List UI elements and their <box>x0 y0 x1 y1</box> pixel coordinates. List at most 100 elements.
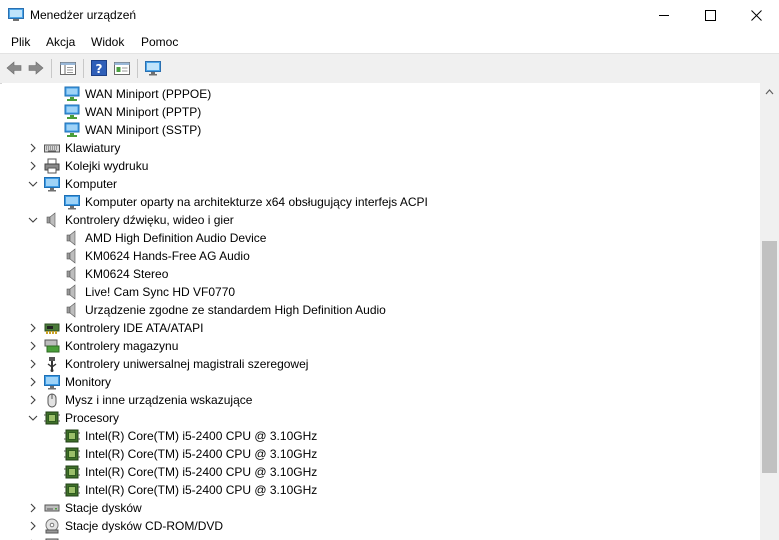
window-title: Menedżer urządzeń <box>30 8 137 22</box>
menu-file[interactable]: Plik <box>11 35 30 49</box>
chevron-right-icon[interactable] <box>28 502 38 514</box>
menu-view[interactable]: Widok <box>91 35 124 49</box>
network-adapter-icon <box>64 86 80 101</box>
tree-category[interactable]: Kontrolery IDE ATA/ATAPI <box>2 319 760 337</box>
tree-device[interactable]: Live! Cam Sync HD VF0770 <box>2 283 760 301</box>
tree-item-label: Monitory <box>65 375 112 389</box>
maximize-button[interactable] <box>687 0 733 31</box>
tree-item-label: Kolejki wydruku <box>65 159 149 173</box>
speaker-icon <box>66 302 76 318</box>
tree-item-label: Intel(R) Core(TM) i5-2400 CPU @ 3.10GHz <box>85 447 318 461</box>
tree-item-label: Komputer <box>65 177 118 191</box>
menu-help[interactable]: Pomoc <box>141 35 178 49</box>
tree-category[interactable]: Kontrolery dźwięku, wideo i gier <box>2 211 760 229</box>
tree-device[interactable]: AMD High Definition Audio Device <box>2 229 760 247</box>
processor-icon <box>64 483 80 497</box>
speaker-icon <box>66 248 76 264</box>
computer-icon <box>64 195 80 210</box>
tree-device[interactable]: Intel(R) Core(TM) i5-2400 CPU @ 3.10GHz <box>2 481 760 499</box>
tree-device[interactable]: Komputer oparty na architekturze x64 obs… <box>2 193 760 211</box>
tree-device[interactable]: WAN Miniport (PPTP) <box>2 103 760 121</box>
chevron-right-icon[interactable] <box>28 340 38 352</box>
chevron-right-icon[interactable] <box>28 142 38 154</box>
tree-item-label: Live! Cam Sync HD VF0770 <box>85 285 236 299</box>
tree-category[interactable]: Procesory <box>2 409 760 427</box>
tree-category[interactable]: Monitory <box>2 373 760 391</box>
device-tree[interactable]: WAN Miniport (PPPOE) WAN Miniport (PPTP) W… <box>2 83 760 540</box>
scan-hardware-changes-button[interactable] <box>144 59 162 77</box>
tree-device[interactable]: Intel(R) Core(TM) i5-2400 CPU @ 3.10GHz <box>2 427 760 445</box>
tree-item-label: Intel(R) Core(TM) i5-2400 CPU @ 3.10GHz <box>85 483 318 497</box>
tree-category[interactable] <box>2 535 760 540</box>
chevron-right-icon[interactable] <box>28 160 38 172</box>
forward-button[interactable] <box>27 59 45 77</box>
ide-controller-icon <box>44 323 60 334</box>
tree-item-label: Intel(R) Core(TM) i5-2400 CPU @ 3.10GHz <box>85 465 318 479</box>
chevron-right-icon[interactable] <box>28 376 38 388</box>
help-button[interactable]: ? <box>90 59 108 77</box>
tree-device[interactable]: KM0624 Stereo <box>2 265 760 283</box>
processor-icon <box>44 411 60 425</box>
tree-device[interactable]: Intel(R) Core(TM) i5-2400 CPU @ 3.10GHz <box>2 445 760 463</box>
tree-device[interactable]: Intel(R) Core(TM) i5-2400 CPU @ 3.10GHz <box>2 463 760 481</box>
close-button[interactable] <box>733 0 779 31</box>
scroll-up-arrow-icon[interactable] <box>760 83 779 101</box>
tree-device[interactable]: WAN Miniport (PPPOE) <box>2 85 760 103</box>
tree-item-label: Kontrolery magazynu <box>65 339 179 353</box>
tree-item-label: WAN Miniport (SSTP) <box>85 123 202 137</box>
chevron-right-icon[interactable] <box>28 322 38 334</box>
minimize-button[interactable] <box>641 0 687 31</box>
disk-drive-icon <box>44 504 60 512</box>
tree-item-label: Kontrolery uniwersalnej magistrali szere… <box>65 357 309 371</box>
tree-category[interactable]: Stacje dysków <box>2 499 760 517</box>
tree-item-label: Stacje dysków <box>65 501 142 515</box>
show-hide-console-tree-button[interactable] <box>59 59 77 77</box>
tree-category[interactable]: Kolejki wydruku <box>2 157 760 175</box>
tree-category[interactable]: Kontrolery uniwersalnej magistrali szere… <box>2 355 760 373</box>
chevron-right-icon[interactable] <box>28 394 38 406</box>
mouse-icon <box>47 393 57 408</box>
scrollbar-thumb[interactable] <box>762 241 777 473</box>
tree-device[interactable]: KM0624 Hands-Free AG Audio <box>2 247 760 265</box>
tree-item-label: Urządzenie zgodne ze standardem High Def… <box>85 303 386 317</box>
minimize-icon <box>658 15 669 16</box>
chevron-right-icon[interactable] <box>28 358 38 370</box>
tree-item-label: Mysz i inne urządzenia wskazujące <box>65 393 253 407</box>
menu-bar: Plik Akcja Widok Pomoc <box>0 31 779 53</box>
tree-category[interactable]: Kontrolery magazynu <box>2 337 760 355</box>
tree-device[interactable]: WAN Miniport (SSTP) <box>2 121 760 139</box>
cd-rom-icon <box>45 518 59 534</box>
tree-category[interactable]: Komputer <box>2 175 760 193</box>
vertical-scrollbar[interactable] <box>760 83 779 540</box>
processor-icon <box>64 447 80 461</box>
chevron-down-icon[interactable] <box>28 178 38 190</box>
tree-category[interactable]: Stacje dysków CD-ROM/DVD <box>2 517 760 535</box>
tree-category[interactable]: Klawiatury <box>2 139 760 157</box>
back-button[interactable] <box>5 59 23 77</box>
maximize-icon <box>704 10 716 21</box>
chevron-right-icon[interactable] <box>28 520 38 532</box>
chevron-down-icon[interactable] <box>28 412 38 424</box>
keyboard-icon <box>44 144 60 153</box>
chevron-down-icon[interactable] <box>28 214 38 226</box>
tree-item-label: Stacje dysków CD-ROM/DVD <box>65 519 224 533</box>
tree-item-label: AMD High Definition Audio Device <box>85 231 267 245</box>
processor-icon <box>64 429 80 443</box>
close-icon <box>750 10 762 21</box>
tree-device[interactable]: Urządzenie zgodne ze standardem High Def… <box>2 301 760 319</box>
speaker-icon <box>46 212 56 228</box>
toolbar-separator <box>83 59 84 78</box>
processor-icon <box>64 465 80 479</box>
speaker-icon <box>66 284 76 300</box>
tree-item-label: KM0624 Stereo <box>85 267 169 281</box>
properties-button[interactable] <box>113 59 131 77</box>
network-adapter-icon <box>64 104 80 119</box>
tree-item-label: Kontrolery IDE ATA/ATAPI <box>65 321 204 335</box>
tree-category[interactable]: Mysz i inne urządzenia wskazujące <box>2 391 760 409</box>
menu-action[interactable]: Akcja <box>46 35 75 49</box>
usb-icon <box>47 357 57 372</box>
tree-item-label: Komputer oparty na architekturze x64 obs… <box>85 195 428 209</box>
monitor-icon <box>44 375 60 390</box>
device-manager-icon <box>8 8 24 21</box>
storage-controller-icon <box>44 339 60 353</box>
